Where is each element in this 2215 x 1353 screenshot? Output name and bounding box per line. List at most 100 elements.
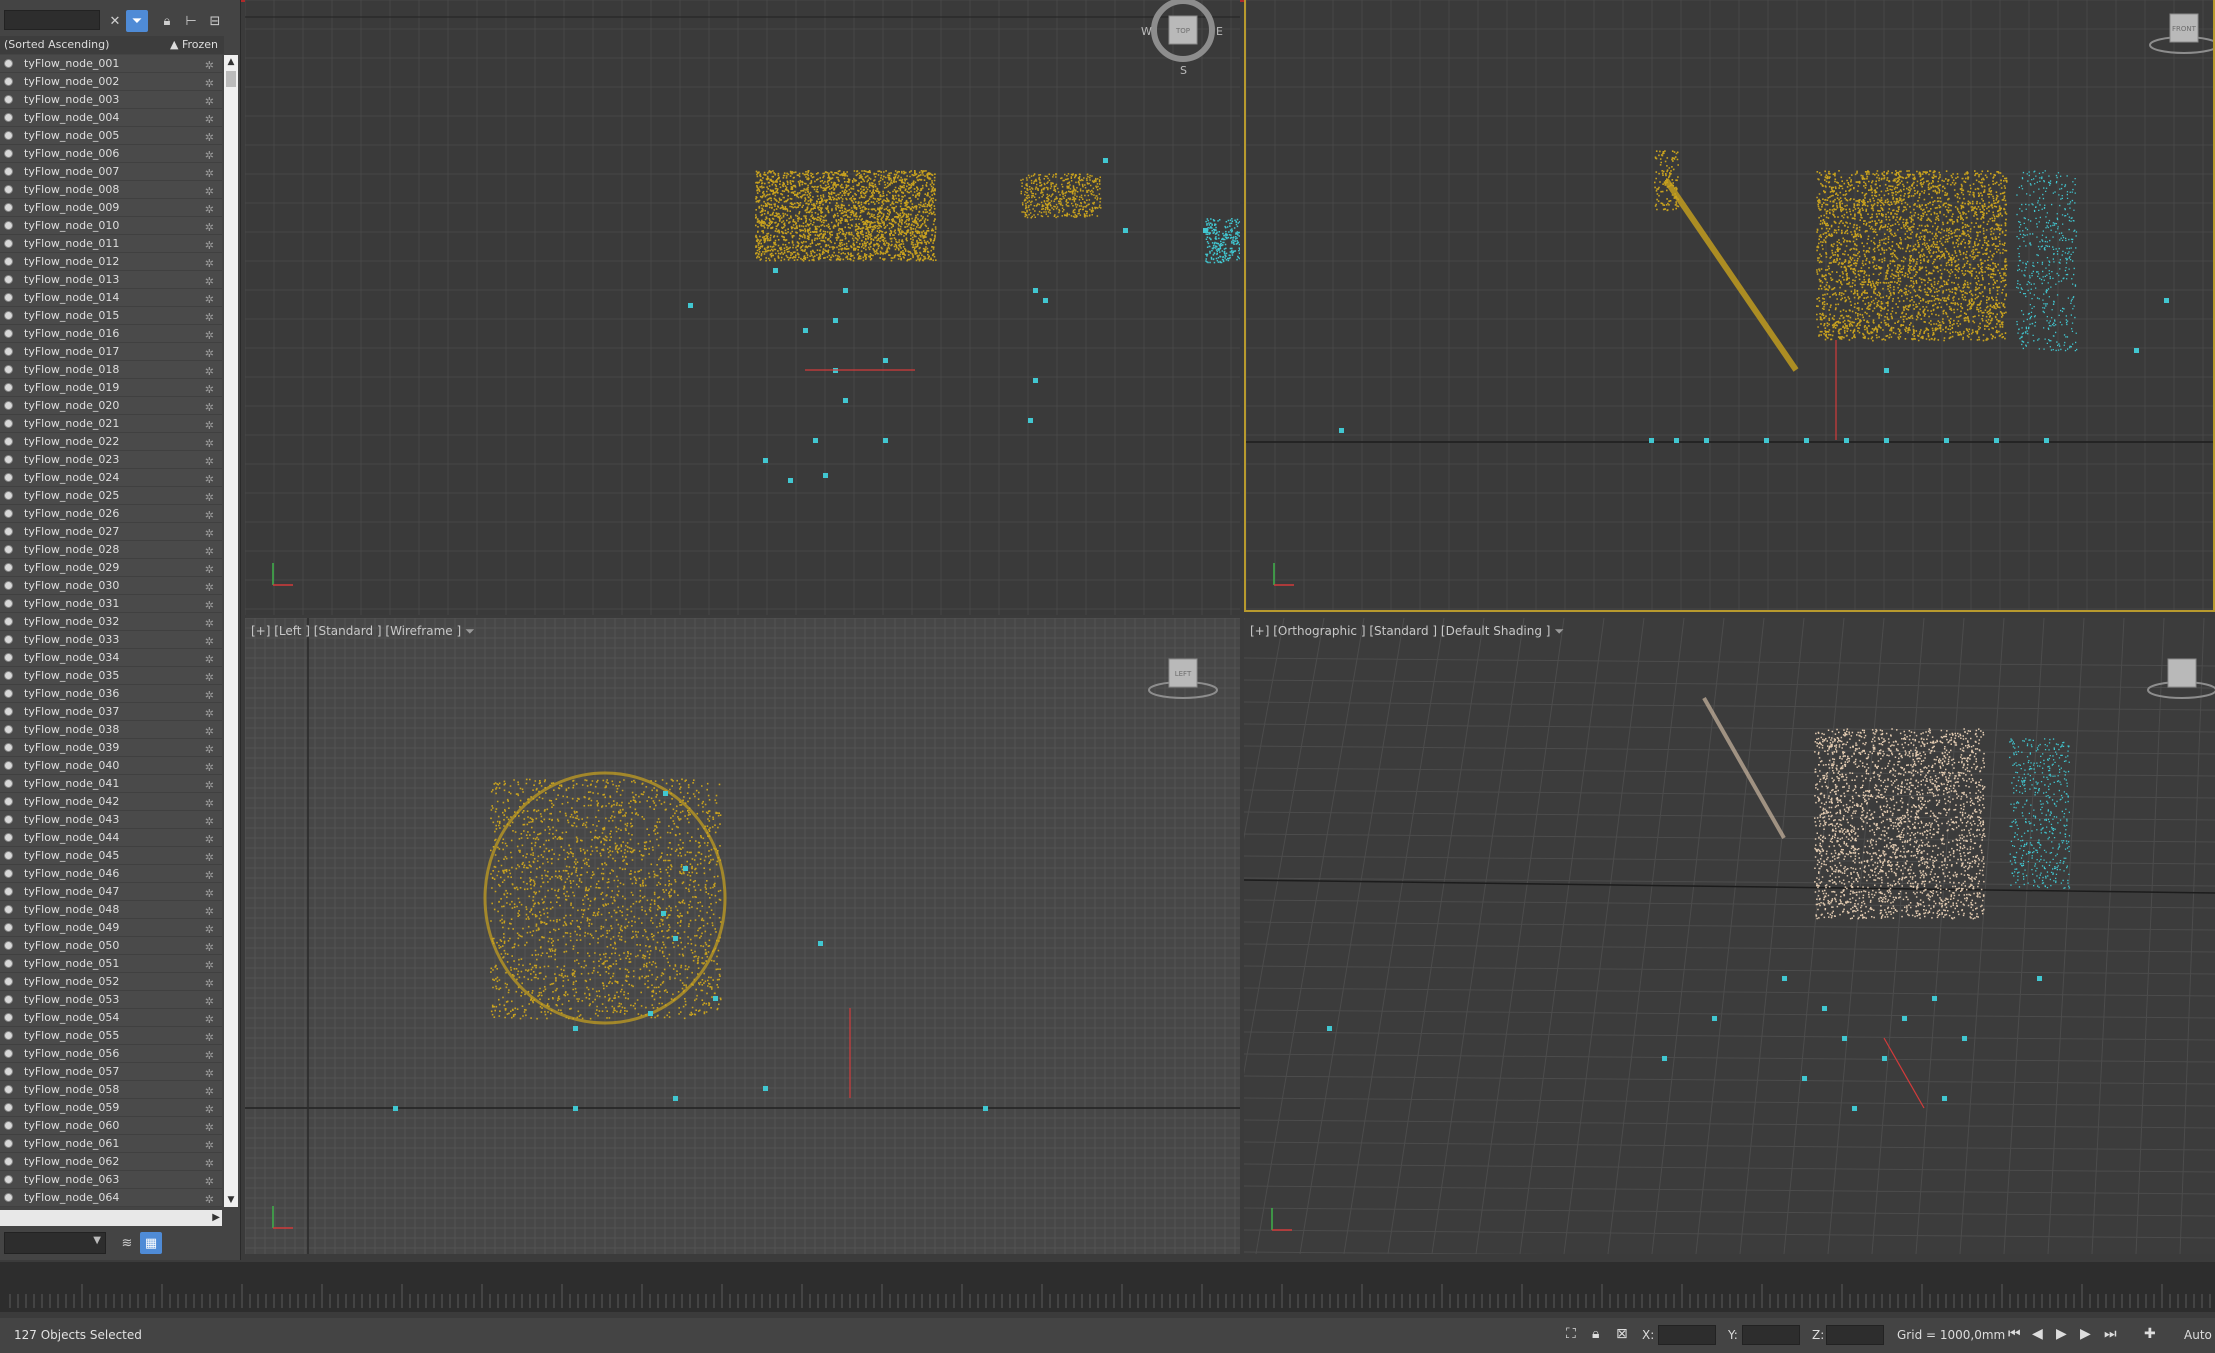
visibility-icon[interactable] xyxy=(4,437,13,446)
visibility-icon[interactable] xyxy=(4,95,13,104)
visibility-icon[interactable] xyxy=(4,401,13,410)
y-coordinate-field[interactable] xyxy=(1742,1325,1800,1345)
timeline-ruler[interactable] xyxy=(0,1262,2215,1312)
visibility-icon[interactable] xyxy=(4,977,13,986)
list-item[interactable]: tyFlow_node_031 ✲ xyxy=(0,595,222,613)
list-item[interactable]: tyFlow_node_003 ✲ xyxy=(0,91,222,109)
list-item[interactable]: tyFlow_node_029 ✲ xyxy=(0,559,222,577)
search-input[interactable] xyxy=(4,10,100,30)
visibility-icon[interactable] xyxy=(4,707,13,716)
list-item[interactable]: tyFlow_node_032 ✲ xyxy=(0,613,222,631)
list-item[interactable]: tyFlow_node_002 ✲ xyxy=(0,73,222,91)
visibility-icon[interactable] xyxy=(4,797,13,806)
visibility-icon[interactable] xyxy=(4,1031,13,1040)
list-item[interactable]: tyFlow_node_034 ✲ xyxy=(0,649,222,667)
goto-end-icon[interactable]: ⏭ xyxy=(2104,1326,2117,1342)
visibility-icon[interactable] xyxy=(4,833,13,842)
visibility-icon[interactable] xyxy=(4,311,13,320)
visibility-icon[interactable] xyxy=(4,1049,13,1058)
list-item[interactable]: tyFlow_node_025 ✲ xyxy=(0,487,222,505)
visibility-icon[interactable] xyxy=(4,185,13,194)
list-item[interactable]: tyFlow_node_014 ✲ xyxy=(0,289,222,307)
visibility-icon[interactable] xyxy=(4,869,13,878)
visibility-icon[interactable] xyxy=(4,1175,13,1184)
auto-key-button[interactable]: Auto xyxy=(2184,1328,2212,1342)
viewport-left-label[interactable]: [+] [Left ] [Standard ] [Wireframe ] ⏷ xyxy=(251,624,475,639)
list-item[interactable]: tyFlow_node_039 ✲ xyxy=(0,739,222,757)
list-item[interactable]: tyFlow_node_010 ✲ xyxy=(0,217,222,235)
visibility-icon[interactable] xyxy=(4,239,13,248)
list-item[interactable]: tyFlow_node_012 ✲ xyxy=(0,253,222,271)
scroll-thumb[interactable] xyxy=(226,71,236,87)
visibility-icon[interactable] xyxy=(4,1139,13,1148)
list-item[interactable]: tyFlow_node_024 ✲ xyxy=(0,469,222,487)
visibility-icon[interactable] xyxy=(4,905,13,914)
visibility-icon[interactable] xyxy=(4,329,13,338)
list-item[interactable]: tyFlow_node_055 ✲ xyxy=(0,1027,222,1045)
sort-header[interactable]: (Sorted Ascending) ▲ Frozen xyxy=(0,36,224,54)
viewport-orthographic-label-text[interactable]: [+] [Orthographic ] [Standard ] [Default… xyxy=(1250,624,1551,638)
visibility-icon[interactable] xyxy=(4,203,13,212)
scroll-right-icon[interactable]: ▶ xyxy=(212,1210,220,1226)
freeze-icon[interactable]: ✲ xyxy=(205,1191,214,1207)
visibility-icon[interactable] xyxy=(4,599,13,608)
list-item[interactable]: tyFlow_node_063 ✲ xyxy=(0,1171,222,1189)
visibility-icon[interactable] xyxy=(4,383,13,392)
viewport-orthographic-canvas[interactable] xyxy=(1244,618,2215,1254)
visibility-icon[interactable] xyxy=(4,1067,13,1076)
visibility-icon[interactable] xyxy=(4,923,13,932)
list-item[interactable]: tyFlow_node_054 ✲ xyxy=(0,1009,222,1027)
list-item[interactable]: tyFlow_node_057 ✲ xyxy=(0,1063,222,1081)
visibility-icon[interactable] xyxy=(4,941,13,950)
list-item[interactable]: tyFlow_node_020 ✲ xyxy=(0,397,222,415)
visibility-icon[interactable] xyxy=(4,1103,13,1112)
visibility-icon[interactable] xyxy=(4,455,13,464)
visibility-icon[interactable] xyxy=(4,653,13,662)
list-item[interactable]: tyFlow_node_047 ✲ xyxy=(0,883,222,901)
visibility-icon[interactable] xyxy=(4,113,13,122)
list-item[interactable]: tyFlow_node_060 ✲ xyxy=(0,1117,222,1135)
horizontal-scrollbar[interactable]: ▶ xyxy=(0,1210,222,1226)
visibility-icon[interactable] xyxy=(4,689,13,698)
list-item[interactable]: tyFlow_node_026 ✲ xyxy=(0,505,222,523)
list-item[interactable]: tyFlow_node_019 ✲ xyxy=(0,379,222,397)
visibility-icon[interactable] xyxy=(4,995,13,1004)
list-item[interactable]: tyFlow_node_051 ✲ xyxy=(0,955,222,973)
filter-icon[interactable]: ⏷ xyxy=(1555,624,1565,638)
list-item[interactable]: tyFlow_node_049 ✲ xyxy=(0,919,222,937)
scene-explorer-icon[interactable]: ▦ xyxy=(140,1232,162,1254)
list-item[interactable]: tyFlow_node_009 ✲ xyxy=(0,199,222,217)
viewport-front-canvas[interactable]: FRONT xyxy=(1246,0,2213,612)
visibility-icon[interactable] xyxy=(4,761,13,770)
key-mode-icon[interactable]: ✚ xyxy=(2144,1326,2156,1342)
visibility-icon[interactable] xyxy=(4,293,13,302)
list-item[interactable]: tyFlow_node_018 ✲ xyxy=(0,361,222,379)
visibility-icon[interactable] xyxy=(4,419,13,428)
filter-icon[interactable]: ⏷ xyxy=(126,10,148,32)
list-item[interactable]: tyFlow_node_040 ✲ xyxy=(0,757,222,775)
timeline[interactable] xyxy=(0,1262,2215,1312)
filter-icon[interactable]: ⏷ xyxy=(465,624,475,638)
visibility-icon[interactable] xyxy=(4,959,13,968)
absolute-mode-icon[interactable]: ⊠ xyxy=(1616,1326,1628,1342)
visibility-icon[interactable] xyxy=(4,77,13,86)
visibility-icon[interactable] xyxy=(4,563,13,572)
layer-dropdown[interactable]: ▼ xyxy=(4,1232,106,1254)
list-item[interactable]: tyFlow_node_059 ✲ xyxy=(0,1099,222,1117)
goto-start-icon[interactable]: ⏮ xyxy=(2008,1326,2021,1342)
visibility-icon[interactable] xyxy=(4,779,13,788)
list-item[interactable]: tyFlow_node_038 ✲ xyxy=(0,721,222,739)
visibility-icon[interactable] xyxy=(4,221,13,230)
visibility-icon[interactable] xyxy=(4,743,13,752)
list-item[interactable]: tyFlow_node_016 ✲ xyxy=(0,325,222,343)
list-item[interactable]: tyFlow_node_052 ✲ xyxy=(0,973,222,991)
frozen-column-header[interactable]: ▲ Frozen xyxy=(170,36,218,54)
list-item[interactable]: tyFlow_node_028 ✲ xyxy=(0,541,222,559)
list-item[interactable]: tyFlow_node_050 ✲ xyxy=(0,937,222,955)
list-item[interactable]: tyFlow_node_006 ✲ xyxy=(0,145,222,163)
viewport-left-label-text[interactable]: [+] [Left ] [Standard ] [Wireframe ] xyxy=(251,624,461,638)
list-item[interactable]: tyFlow_node_017 ✲ xyxy=(0,343,222,361)
play-icon[interactable]: ▶ xyxy=(2056,1326,2067,1342)
visibility-icon[interactable] xyxy=(4,1157,13,1166)
viewport-left[interactable]: LEFT [+] [Left ] [Standard ] [Wireframe … xyxy=(245,618,1240,1254)
